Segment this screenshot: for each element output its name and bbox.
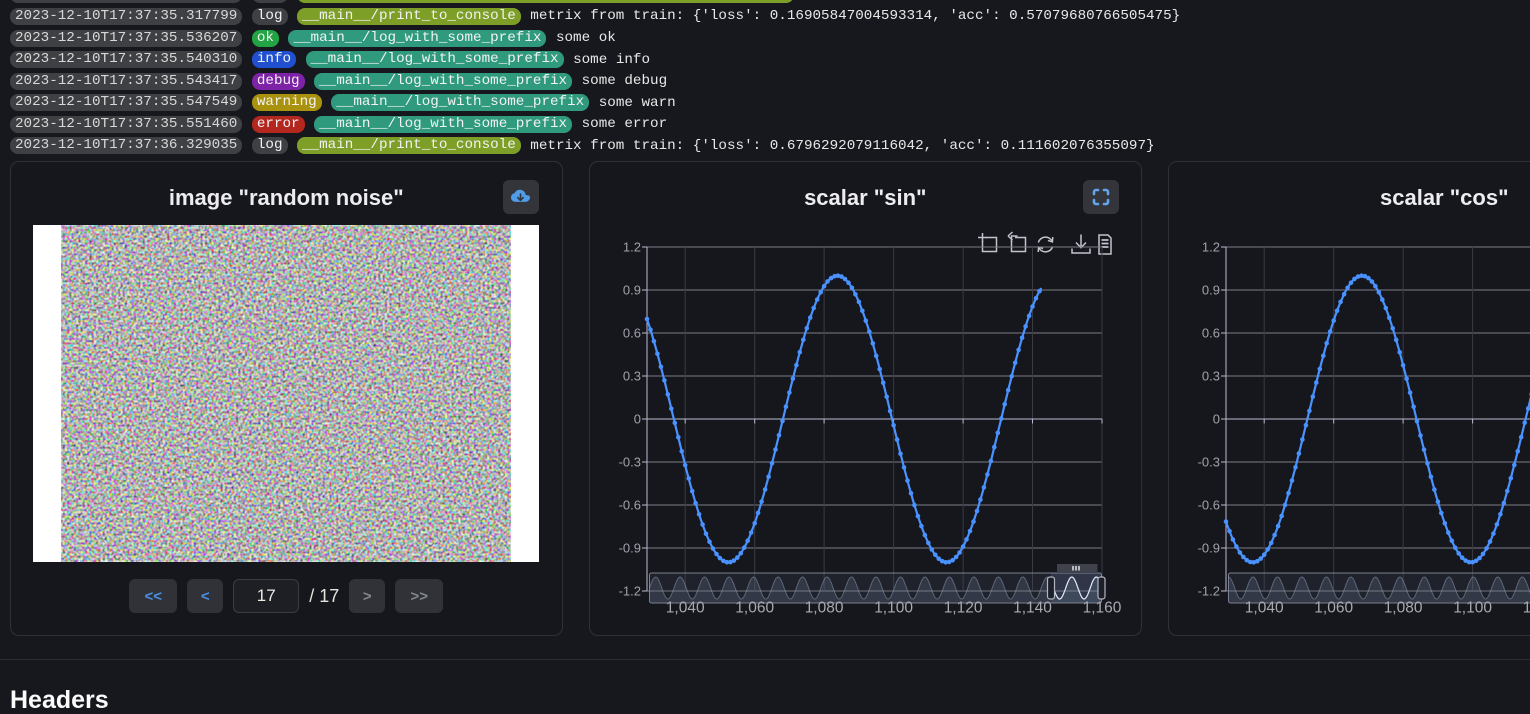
svg-text:1,040: 1,040 <box>666 600 705 617</box>
svg-text:1,100: 1,100 <box>1453 600 1492 617</box>
svg-text:1,040: 1,040 <box>1245 600 1284 617</box>
svg-text:-0.9: -0.9 <box>619 541 641 556</box>
svg-text:1,160: 1,160 <box>1083 600 1122 617</box>
svg-text:1.2: 1.2 <box>623 240 641 255</box>
svg-text:-1.2: -1.2 <box>1198 584 1220 599</box>
svg-text:0.3: 0.3 <box>623 369 641 384</box>
svg-text:1,100: 1,100 <box>874 600 913 617</box>
svg-text:1,140: 1,140 <box>1013 600 1052 617</box>
svg-text:0: 0 <box>634 412 641 427</box>
svg-text:0.6: 0.6 <box>1202 326 1220 341</box>
svg-text:0.3: 0.3 <box>1202 369 1220 384</box>
svg-text:1,120: 1,120 <box>944 600 983 617</box>
svg-text:1.2: 1.2 <box>1202 240 1220 255</box>
svg-text:-0.3: -0.3 <box>1198 455 1220 470</box>
svg-text:-0.6: -0.6 <box>1198 498 1220 513</box>
svg-text:-0.9: -0.9 <box>1198 541 1220 556</box>
svg-text:1,120: 1,120 <box>1523 600 1530 617</box>
svg-text:0.9: 0.9 <box>1202 283 1220 298</box>
svg-text:-1.2: -1.2 <box>619 584 641 599</box>
svg-text:-0.3: -0.3 <box>619 455 641 470</box>
svg-text:0.9: 0.9 <box>623 283 641 298</box>
svg-text:0.6: 0.6 <box>623 326 641 341</box>
svg-text:1,060: 1,060 <box>735 600 774 617</box>
svg-text:-0.6: -0.6 <box>619 498 641 513</box>
svg-text:1,060: 1,060 <box>1314 600 1353 617</box>
svg-text:0: 0 <box>1213 412 1220 427</box>
svg-text:1,080: 1,080 <box>805 600 844 617</box>
svg-text:1,080: 1,080 <box>1384 600 1423 617</box>
